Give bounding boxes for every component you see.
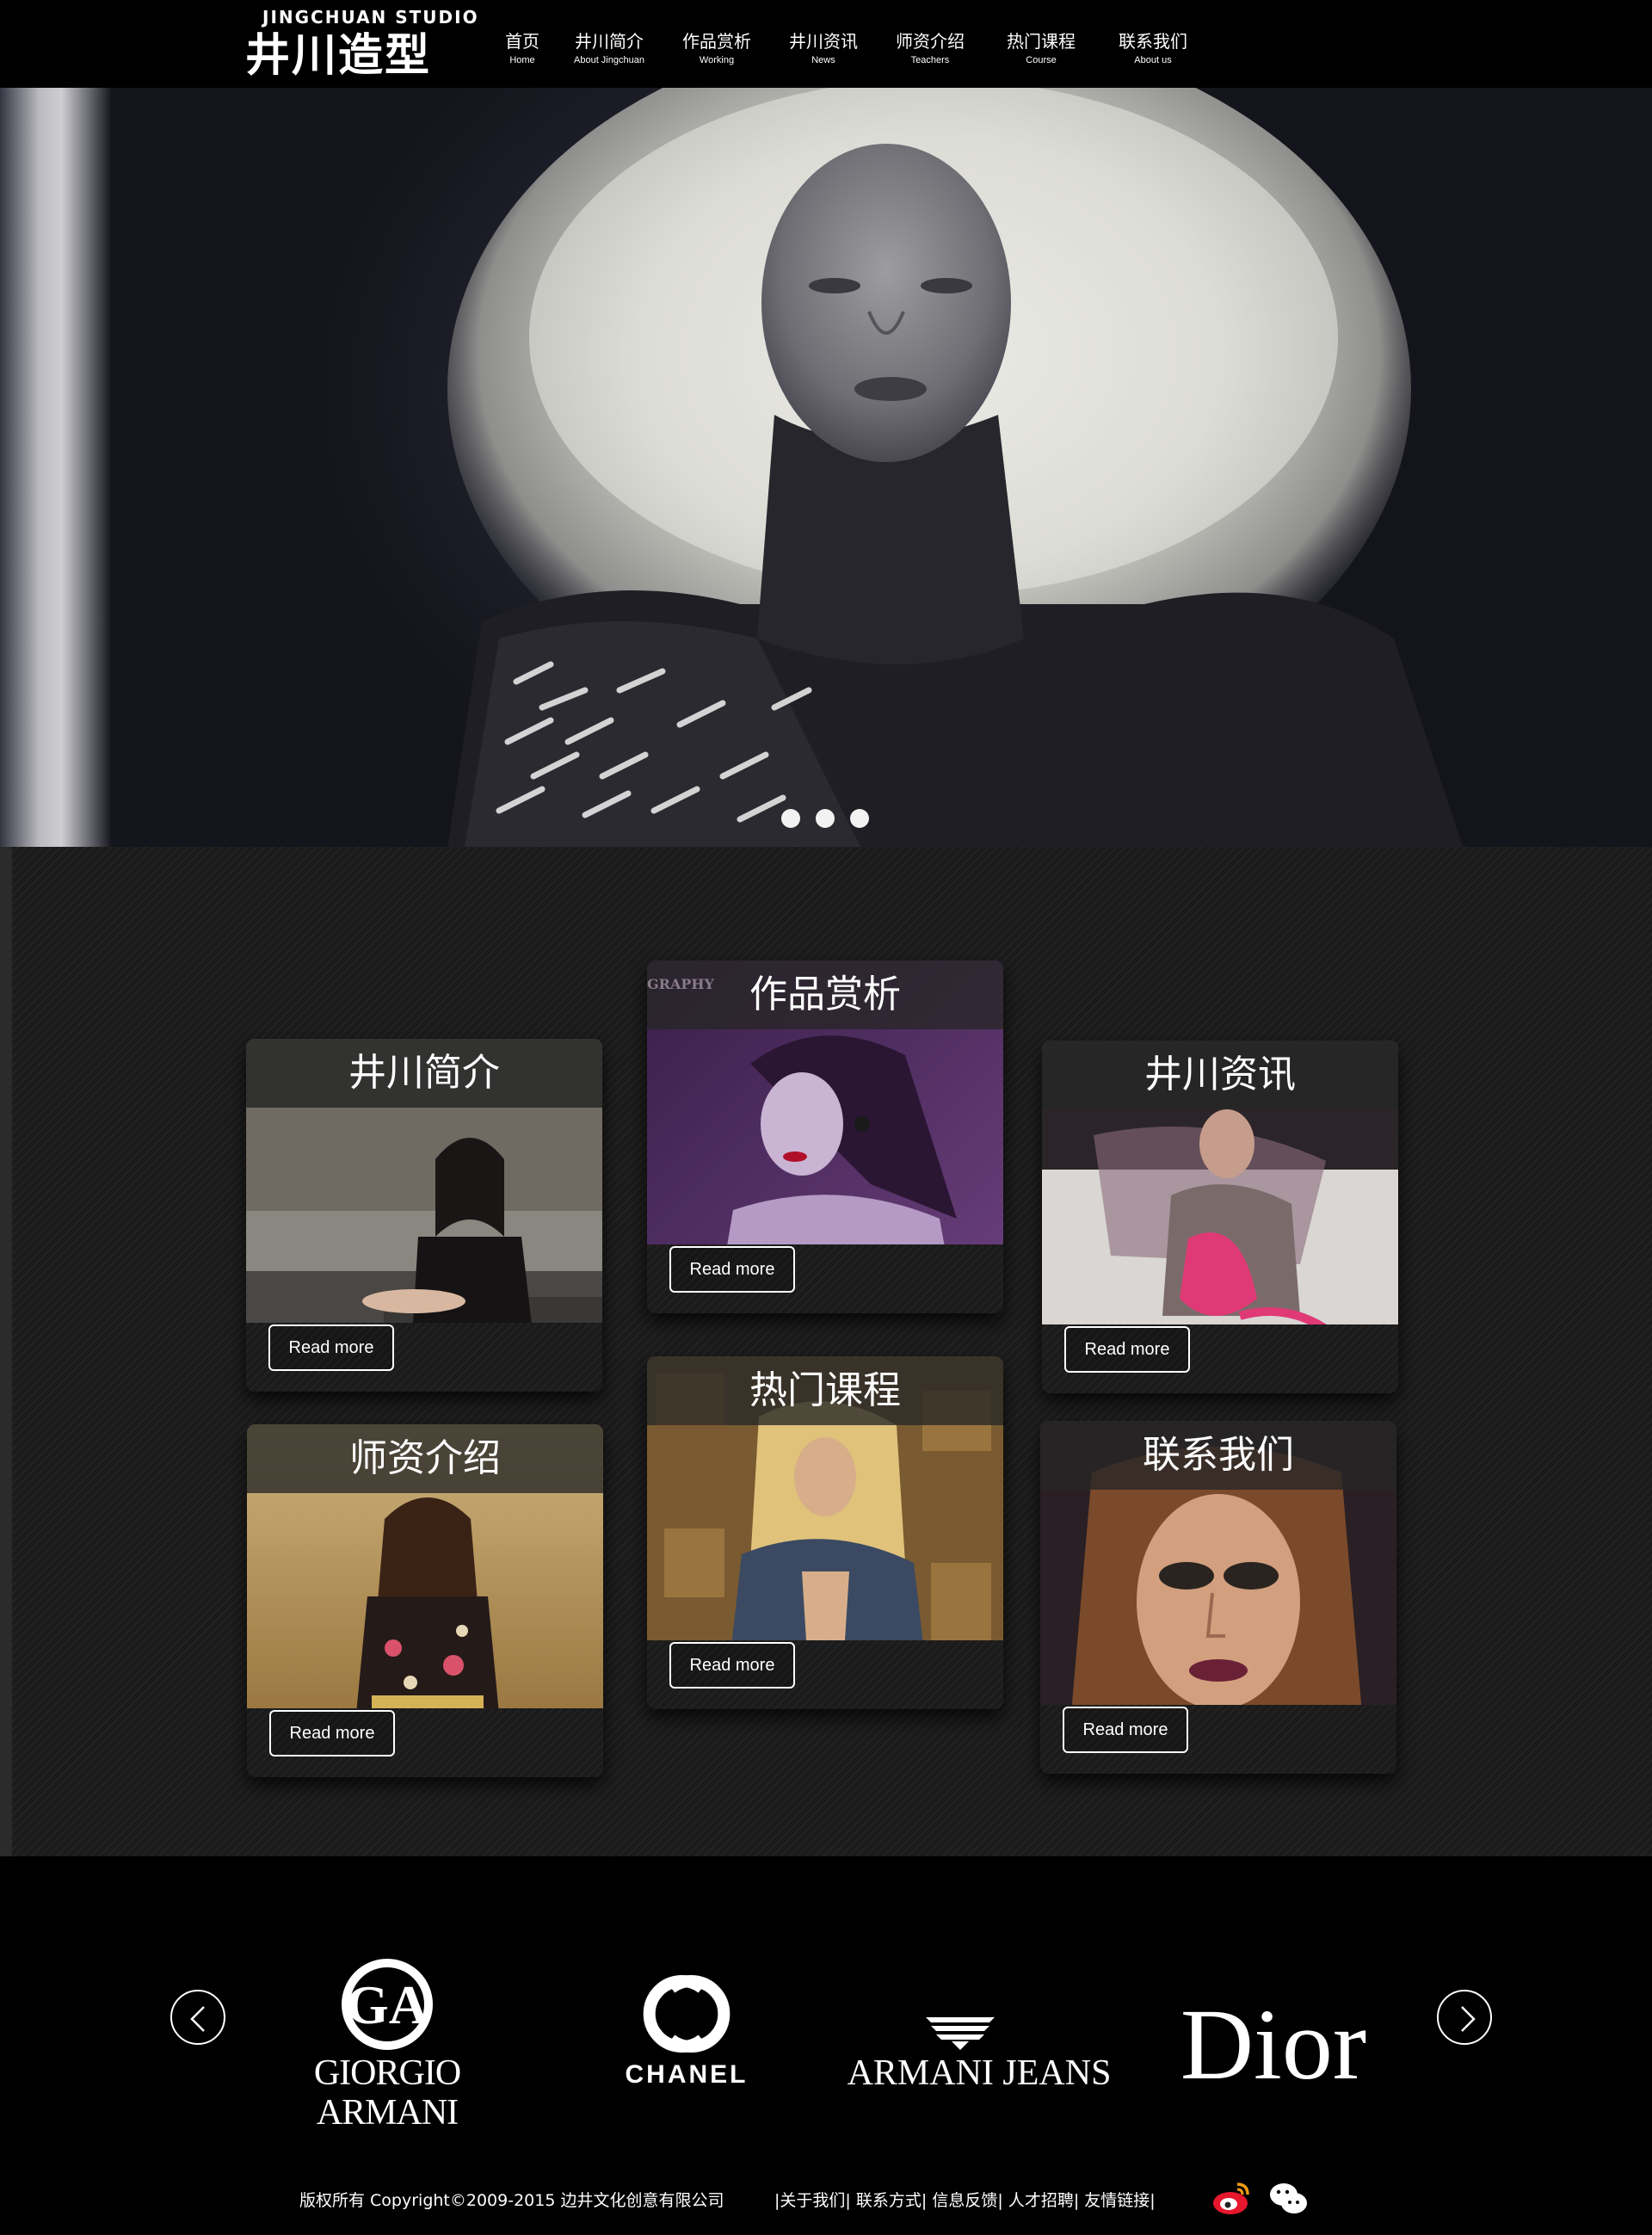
nav-label-cn: 作品赏析 (682, 31, 751, 52)
nav-label-en: About Jingchuan (574, 55, 644, 65)
site-header: JINGCHUAN STUDIO 井川造型 首页 Home 井川简介 About… (0, 0, 1652, 88)
footer-link-friends[interactable]: 友情链接 (1084, 2191, 1150, 2210)
nav-label-cn: 热门课程 (1007, 31, 1076, 52)
nav-label-cn: 联系我们 (1119, 31, 1187, 52)
chevron-left-icon (190, 2006, 205, 2032)
nav-label-en: Teachers (910, 55, 950, 65)
logo-monogram: GA (346, 1974, 428, 2035)
slider-dot-3[interactable] (850, 809, 869, 828)
brand-armani-jeans[interactable]: ARMANI JEANS (833, 2014, 1125, 2100)
nav-label-cn: 首页 (505, 31, 539, 52)
nav-item-course[interactable]: 热门课程 Course (1007, 31, 1076, 67)
read-more-button[interactable]: Read more (1064, 1326, 1190, 1373)
footer-link-contact[interactable]: 联系方式 (856, 2191, 922, 2210)
footer-copyright: 版权所有 Copyright©2009-2015 边井文化创意有限公司 (299, 2191, 724, 2210)
brands-prev-button[interactable] (170, 1990, 225, 2045)
nav-label-en: News (811, 55, 835, 65)
weibo-icon-glyph (1213, 2183, 1249, 2214)
nav-label-en: Course (1026, 55, 1057, 65)
hero-slider (0, 88, 1652, 847)
nav-label-en: About us (1134, 55, 1172, 65)
feature-section: 井川简介 Read more GRAPHY 作品赏析 Read more 井川资… (0, 847, 1652, 1856)
read-more-button[interactable]: Read more (669, 1642, 795, 1689)
armani-eagle-logo-icon (926, 2017, 995, 2050)
brand-giorgio-armani[interactable]: GA GIORGIO ARMANI (241, 1959, 533, 2133)
giorgio-armani-logo-icon: GA (342, 1959, 433, 2050)
card-header: 井川资讯 (1042, 1040, 1398, 1109)
brand-name: GIORGIO ARMANI (313, 2053, 461, 2133)
card-courses[interactable]: 热门课程 Read more (647, 1356, 1003, 1709)
slider-dot-1[interactable] (781, 809, 800, 828)
card-title: 作品赏析 (749, 972, 901, 1016)
nav-item-working[interactable]: 作品赏析 Working (682, 31, 751, 67)
card-header: 联系我们 (1040, 1421, 1396, 1490)
card-title: 联系我们 (1143, 1433, 1294, 1477)
card-title: 热门课程 (749, 1368, 901, 1412)
card-title: 师资介绍 (349, 1436, 501, 1480)
footer-links: |关于我们| 联系方式| 信息反馈| 人才招聘| 友情链接| (774, 2191, 1156, 2210)
read-more-button[interactable]: Read more (669, 1246, 795, 1293)
footer-link-about[interactable]: 关于我们 (780, 2191, 845, 2210)
card-news[interactable]: 井川资讯 Read more (1042, 1040, 1398, 1393)
footer-link-jobs[interactable]: 人才招聘 (1008, 2191, 1074, 2210)
brand-dior[interactable]: Dior (1153, 1993, 1394, 2096)
card-header: 井川简介 (246, 1039, 602, 1108)
nav-item-home[interactable]: 首页 Home (505, 31, 539, 67)
slider-dot-2[interactable] (816, 809, 835, 828)
nav-item-teachers[interactable]: 师资介绍 Teachers (896, 31, 965, 67)
card-title: 井川资讯 (1144, 1053, 1296, 1096)
nav-label-cn: 井川资讯 (789, 31, 858, 52)
brand-name: CHANEL (625, 2060, 749, 2089)
read-more-button[interactable]: Read more (269, 1710, 395, 1757)
footer-link-feedback[interactable]: 信息反馈 (932, 2191, 997, 2210)
nav-item-contact[interactable]: 联系我们 About us (1119, 31, 1187, 67)
logo-english-text[interactable]: JINGCHUAN STUDIO (262, 7, 479, 28)
brands-next-button[interactable] (1437, 1990, 1492, 2045)
wechat-icon[interactable] (1268, 2177, 1310, 2219)
card-contact[interactable]: 联系我们 Read more (1040, 1421, 1396, 1774)
read-more-button[interactable]: Read more (1063, 1707, 1188, 1753)
read-more-button[interactable]: Read more (268, 1324, 394, 1371)
hero-slider-dots (781, 809, 876, 828)
card-header: 热门课程 (647, 1356, 1003, 1425)
card-about[interactable]: 井川简介 Read more (246, 1039, 602, 1392)
logo-chinese-text[interactable]: 井川造型 (245, 31, 431, 81)
nav-item-about[interactable]: 井川简介 About Jingchuan (574, 31, 644, 67)
hero-fashion-model-image (447, 88, 1463, 847)
wechat-icon-glyph (1270, 2183, 1307, 2213)
chevron-right-icon (1461, 2006, 1476, 2032)
card-header: GRAPHY 作品赏析 (647, 960, 1003, 1029)
section-edge (0, 847, 12, 1856)
card-works[interactable]: GRAPHY 作品赏析 Read more (647, 960, 1003, 1313)
card-header: 师资介绍 (247, 1424, 603, 1493)
weibo-icon[interactable] (1211, 2177, 1253, 2219)
card-teachers[interactable]: 师资介绍 Read more (247, 1424, 603, 1777)
nav-label-en: Home (509, 55, 535, 65)
brand-chanel[interactable]: CHANEL (618, 1971, 755, 2096)
card-title: 井川简介 (348, 1051, 500, 1095)
nav-label-cn: 井川简介 (574, 31, 644, 52)
nav-label-cn: 师资介绍 (896, 31, 965, 52)
nav-item-news[interactable]: 井川资讯 News (789, 31, 858, 67)
nav-label-en: Working (699, 55, 735, 65)
brand-name: ARMANI JEANS (847, 2053, 1112, 2093)
brand-name: Dior (1180, 1988, 1367, 2101)
chanel-logo-icon (643, 1975, 730, 2053)
